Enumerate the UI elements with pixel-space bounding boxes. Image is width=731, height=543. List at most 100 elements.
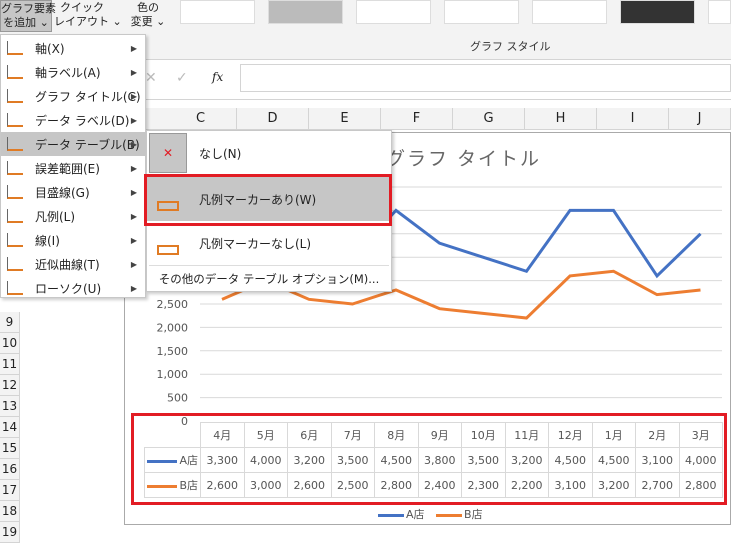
row-header[interactable]: 13 (0, 396, 20, 417)
chart-style-thumb[interactable] (708, 0, 731, 24)
y-tick-label: 1,000 (157, 368, 189, 381)
row-header[interactable]: 19 (0, 522, 20, 543)
category-cell: 5月 (243, 422, 288, 448)
menu-item-label: 誤差範囲(E) (35, 161, 100, 176)
menu-item-label: グラフ タイトル(C) (35, 89, 141, 104)
error-bars-icon (7, 161, 23, 175)
category-cell: 9月 (417, 422, 462, 448)
row-header[interactable]: 15 (0, 438, 20, 459)
legend-icon (7, 209, 23, 223)
menu-item[interactable]: 線(I) ▶ (1, 228, 145, 252)
menu-item[interactable]: 誤差範囲(E) ▶ (1, 156, 145, 180)
value-cell: 2,200 (504, 472, 549, 498)
menu-item-label: 線(I) (35, 233, 60, 248)
value-cell: 4,000 (678, 447, 723, 473)
submenu-item-no-legend-keys[interactable]: 凡例マーカーなし(L) (147, 221, 391, 265)
value-cell: 2,800 (678, 472, 723, 498)
submenu-arrow-icon: ▶ (130, 115, 137, 125)
value-cell: 2,400 (417, 472, 462, 498)
menu-item-label: 軸ラベル(A) (35, 65, 101, 80)
category-cell: 2月 (635, 422, 680, 448)
column-header[interactable]: I (597, 108, 669, 130)
lines-icon (7, 233, 23, 247)
menu-item[interactable]: 凡例(L) ▶ (1, 204, 145, 228)
y-tick-label: 500 (167, 392, 188, 405)
gridlines-icon (7, 185, 23, 199)
row-header[interactable]: 17 (0, 480, 20, 501)
legend-marker (378, 513, 404, 517)
category-cell: 12月 (548, 422, 593, 448)
menu-item-label: 近似曲線(T) (35, 257, 100, 272)
no-data-table-icon: ✕ (149, 133, 187, 173)
value-cell: 3,300 (200, 447, 245, 473)
category-cell: 3月 (678, 422, 723, 448)
row-header[interactable]: 18 (0, 501, 20, 522)
series-name: A店 (179, 454, 198, 467)
y-tick-label: 1,500 (157, 345, 189, 358)
value-cell: 2,300 (461, 472, 506, 498)
category-cell: 4月 (200, 422, 245, 448)
y-tick-label: 2,000 (157, 321, 189, 334)
row-header[interactable]: 14 (0, 417, 20, 438)
submenu-arrow-icon: ▶ (130, 187, 137, 197)
value-cell: 3,000 (243, 472, 288, 498)
value-cell: 4,500 (548, 447, 593, 473)
value-cell: 2,700 (635, 472, 680, 498)
label: なし(N) (199, 146, 242, 161)
category-cell: 6月 (287, 422, 332, 448)
menu-item[interactable]: 近似曲線(T) ▶ (1, 252, 145, 276)
value-cell: 3,200 (287, 447, 332, 473)
axes-icon (7, 41, 23, 55)
trendline-icon (7, 257, 23, 271)
series-key-b: B店 (144, 472, 201, 498)
menu-item[interactable]: データ テーブル(B) ▶ (1, 132, 145, 156)
value-cell: 3,200 (591, 472, 636, 498)
more-data-table-options[interactable]: その他のデータ テーブル オプション(M)... (147, 267, 391, 291)
value-cell: 3,100 (635, 447, 680, 473)
up-down-bars-icon (7, 281, 23, 295)
chart-data-table: 4月 5月 6月 7月 8月 9月 10月 11月 12月 1月 2月 3月 A店 3,300 4,000… (144, 422, 723, 498)
menu-item[interactable]: 目盛線(G) ▶ (1, 180, 145, 204)
menu-item-label: 凡例(L) (35, 209, 76, 224)
menu-item-label: 目盛線(G) (35, 185, 90, 200)
submenu-arrow-icon: ▶ (130, 235, 137, 245)
menu-item[interactable]: 軸(X) ▶ (1, 36, 145, 60)
menu-item[interactable]: ローソク(U) ▶ (1, 276, 145, 300)
value-cell: 3,500 (330, 447, 375, 473)
submenu-arrow-icon: ▶ (130, 139, 137, 149)
submenu-arrow-icon: ▶ (130, 259, 137, 269)
value-cell: 3,200 (504, 447, 549, 473)
data-table-no-keys-icon (149, 223, 187, 263)
data-table-icon (7, 137, 23, 151)
chart-style-thumb[interactable] (620, 0, 695, 24)
chart-title-icon (7, 89, 23, 103)
category-cell: 10月 (461, 422, 506, 448)
legend-marker (436, 513, 463, 517)
menu-item-label: データ ラベル(D) (35, 113, 130, 128)
menu-item[interactable]: データ ラベル(D) ▶ (1, 108, 145, 132)
menu-item-label: ローソク(U) (35, 281, 102, 296)
menu-item-label: 軸(X) (35, 41, 65, 56)
series-name: B店 (179, 479, 198, 492)
series-key-a: A店 (144, 447, 201, 473)
label: 凡例マーカーなし(L) (199, 236, 312, 251)
value-cell: 2,600 (200, 472, 245, 498)
menu-item-highlight (144, 174, 392, 226)
category-cell: 1月 (591, 422, 636, 448)
corner (145, 423, 201, 448)
row-header[interactable]: 16 (0, 459, 20, 480)
submenu-item-none[interactable]: ✕ なし(N) (147, 131, 391, 175)
y-tick-label: 2,500 (157, 298, 189, 311)
table-glyph (157, 245, 179, 255)
menu-item[interactable]: グラフ タイトル(C) ▶ (1, 84, 145, 108)
chart-legend[interactable]: A店 B店 (378, 506, 483, 522)
x-mark: ✕ (162, 146, 174, 160)
add-chart-element-menu: 軸(X) ▶ 軸ラベル(A) ▶ グラフ タイトル(C) ▶ データ ラベル(D) ▶ データ … (0, 34, 146, 298)
divider (149, 265, 389, 266)
axis-title-icon (7, 65, 23, 79)
chart-title[interactable]: グラフ タイトル (386, 144, 541, 171)
column-header[interactable]: J (669, 108, 731, 130)
menu-item[interactable]: 軸ラベル(A) ▶ (1, 60, 145, 84)
menu-item-label: データ テーブル(B) (35, 137, 140, 152)
submenu-arrow-icon: ▶ (130, 211, 137, 221)
